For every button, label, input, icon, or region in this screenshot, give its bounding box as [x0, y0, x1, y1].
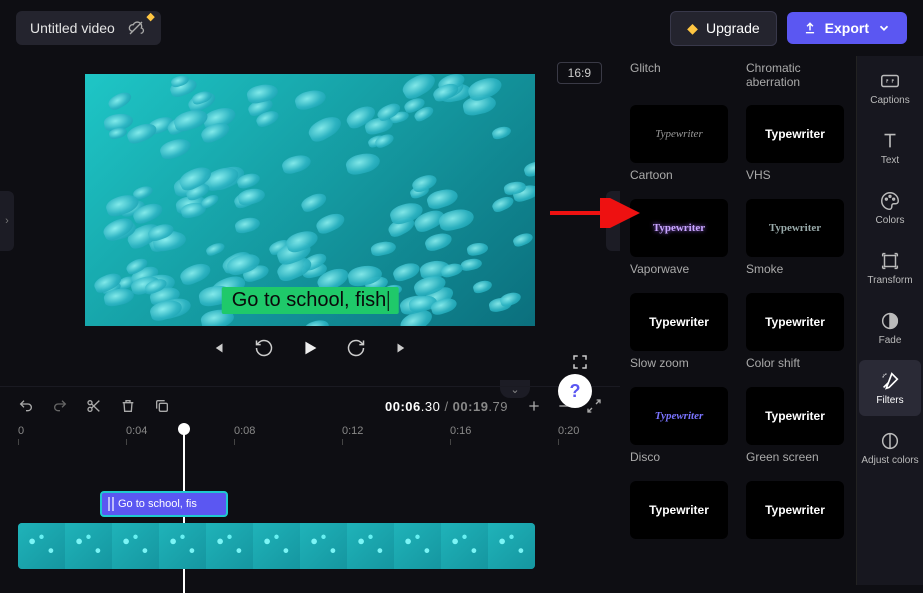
- filter-label: [746, 544, 846, 559]
- delete-button[interactable]: [120, 398, 136, 414]
- filter-label: Chromatic aberration: [746, 61, 846, 89]
- project-title[interactable]: Untitled video ◆: [16, 11, 161, 45]
- play-button[interactable]: [298, 336, 322, 360]
- premium-diamond-icon: ◆: [146, 10, 154, 23]
- filter-thumb-color-shift[interactable]: Typewriter: [746, 293, 844, 351]
- fullscreen-button[interactable]: [568, 350, 592, 374]
- timeline-ruler[interactable]: 0 0:04 0:08 0:12 0:16 0:20: [18, 425, 602, 449]
- upload-icon: [803, 21, 817, 35]
- video-preview[interactable]: Go to school, fish: [85, 74, 535, 326]
- caption-overlay[interactable]: Go to school, fish: [222, 287, 399, 314]
- rail-captions[interactable]: Captions: [859, 60, 921, 116]
- rail-fade[interactable]: Fade: [859, 300, 921, 356]
- filter-thumb-disco[interactable]: Typewriter: [630, 387, 728, 445]
- filter-label: VHS: [746, 168, 846, 183]
- filter-thumb-green-screen[interactable]: Typewriter: [746, 387, 844, 445]
- export-button[interactable]: Export: [787, 12, 907, 44]
- diamond-icon: ◆: [687, 20, 698, 37]
- redo-button[interactable]: [52, 398, 68, 414]
- chevron-down-icon: [877, 21, 891, 35]
- rail-text[interactable]: Text: [859, 120, 921, 176]
- filter-label: Color shift: [746, 356, 846, 371]
- filter-thumb-smoke[interactable]: Typewriter: [746, 199, 844, 257]
- filter-label: Vaporwave: [630, 262, 730, 277]
- project-title-text: Untitled video: [30, 20, 115, 36]
- filter-label: Smoke: [746, 262, 846, 277]
- skip-forward-button[interactable]: [390, 336, 414, 360]
- filter-thumb-vaporwave[interactable]: Typewriter: [630, 199, 728, 257]
- filter-thumb-unnamed[interactable]: Typewriter: [746, 481, 844, 539]
- collapse-right-panel[interactable]: ›: [606, 191, 620, 251]
- rail-colors[interactable]: Colors: [859, 180, 921, 236]
- ruler-tick: 0:20: [558, 425, 579, 437]
- aspect-ratio-button[interactable]: 16:9: [557, 62, 602, 84]
- rail-adjust-colors[interactable]: Adjust colors: [859, 420, 921, 476]
- help-button[interactable]: ?: [558, 374, 592, 408]
- playhead[interactable]: [178, 423, 190, 435]
- ruler-tick: 0:08: [234, 425, 255, 437]
- zoom-in-button[interactable]: [526, 398, 542, 414]
- filter-label: Slow zoom: [630, 356, 730, 371]
- filters-panel[interactable]: Glitch Chromatic aberration Typewriter Cart…: [620, 56, 856, 585]
- ruler-tick: 0:16: [450, 425, 471, 437]
- rewind-5s-button[interactable]: [252, 336, 276, 360]
- filter-label: Green screen: [746, 450, 846, 465]
- clip-handle-left[interactable]: [108, 497, 114, 511]
- filter-thumb-unnamed[interactable]: Typewriter: [630, 481, 728, 539]
- text-clip-label: Go to school, fis: [118, 498, 197, 510]
- cloud-sync-icon: ◆: [125, 19, 147, 37]
- upgrade-label: Upgrade: [706, 20, 760, 36]
- filter-thumb-cartoon[interactable]: Typewriter: [630, 105, 728, 163]
- time-display: 00:06.30 / 00:19.79: [385, 399, 508, 414]
- filter-label: Cartoon: [630, 168, 730, 183]
- filter-label: Disco: [630, 450, 730, 465]
- forward-5s-button[interactable]: [344, 336, 368, 360]
- upgrade-button[interactable]: ◆ Upgrade: [670, 11, 776, 46]
- rail-filters[interactable]: Filters: [859, 360, 921, 416]
- ruler-tick: 0: [18, 425, 24, 437]
- video-clip[interactable]: [18, 523, 535, 569]
- text-clip[interactable]: Go to school, fis: [100, 491, 228, 517]
- ruler-tick: 0:12: [342, 425, 363, 437]
- filter-thumb-vhs[interactable]: Typewriter: [746, 105, 844, 163]
- ruler-tick: 0:04: [126, 425, 147, 437]
- expand-left-panel[interactable]: ›: [0, 191, 14, 251]
- split-button[interactable]: [86, 398, 102, 414]
- export-label: Export: [825, 20, 869, 36]
- filter-thumb-slow-zoom[interactable]: Typewriter: [630, 293, 728, 351]
- skip-back-button[interactable]: [206, 336, 230, 360]
- undo-button[interactable]: [18, 398, 34, 414]
- rail-transform[interactable]: Transform: [859, 240, 921, 296]
- filter-label: Glitch: [630, 61, 730, 76]
- filter-label: [630, 544, 730, 559]
- duplicate-button[interactable]: [154, 398, 170, 414]
